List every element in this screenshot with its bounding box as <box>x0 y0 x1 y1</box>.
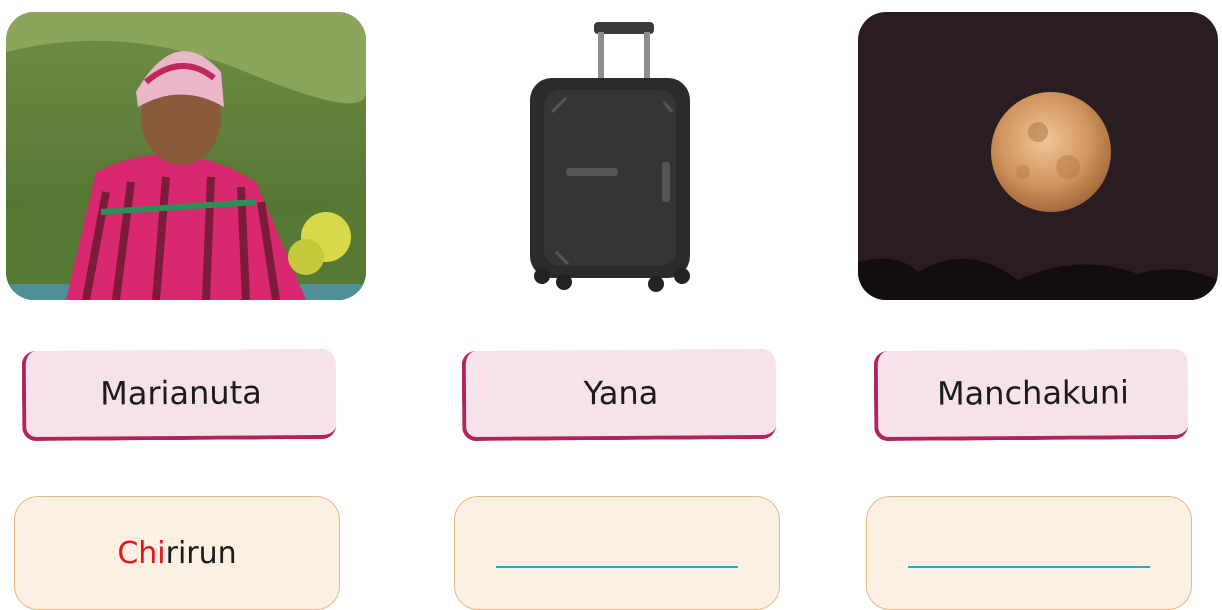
answer-blank-line[interactable] <box>908 566 1150 568</box>
answer-text: Chirirun <box>117 536 236 571</box>
card-column-2: Yana <box>446 0 806 610</box>
andean-man-photo <box>6 12 366 300</box>
word-label: Yana <box>461 348 777 442</box>
answer-blank-line[interactable] <box>496 566 738 568</box>
answer-box[interactable]: Chirirun <box>14 496 340 610</box>
word-label: Marianuta <box>21 348 337 442</box>
suitcase-photo <box>446 12 806 300</box>
answer-box[interactable] <box>454 496 780 610</box>
highlighted-syllable: Chi <box>117 535 166 571</box>
word-label: Manchakuni <box>873 348 1189 442</box>
answer-rest: rirun <box>165 535 237 571</box>
card-column-3: Manchakuni <box>858 0 1218 610</box>
card-column-1: Marianuta Chirirun <box>6 0 366 610</box>
answer-box[interactable] <box>866 496 1192 610</box>
full-moon-photo <box>858 12 1218 300</box>
